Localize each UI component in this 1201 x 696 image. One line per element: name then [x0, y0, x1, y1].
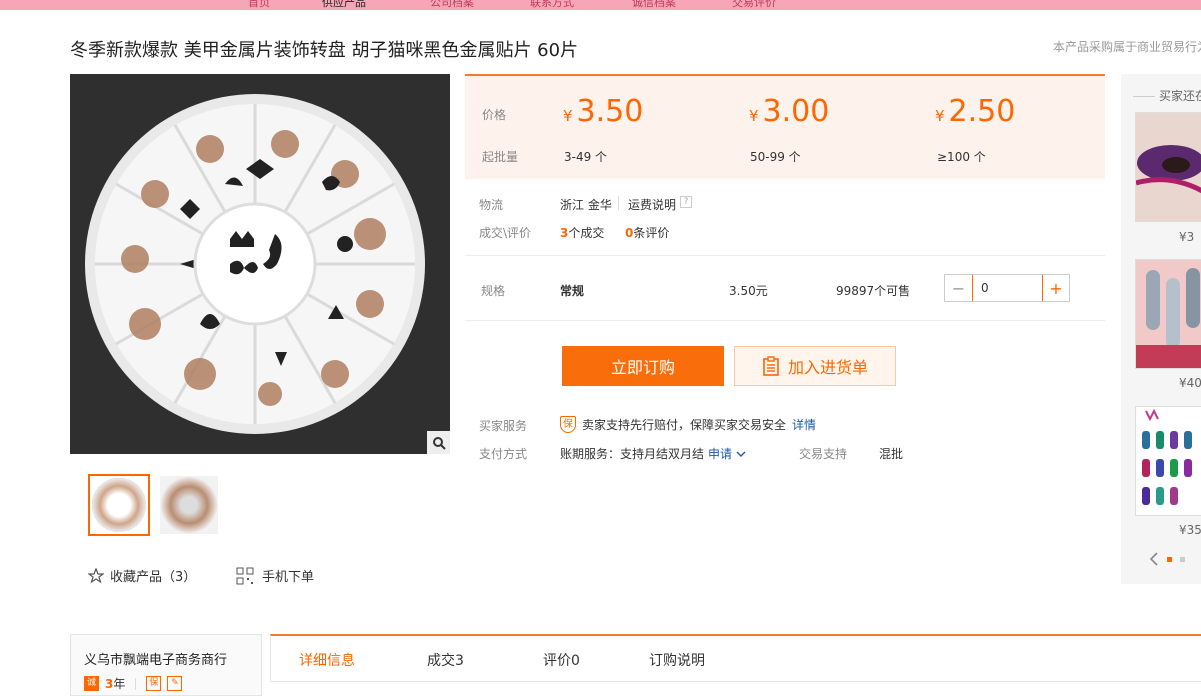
divider [135, 677, 137, 690]
divider [618, 196, 619, 210]
recommend-sidebar: 买家还在看 ¥3 ¥40 ¥35 [1121, 74, 1201, 584]
trade-support-value: 混批 [879, 447, 904, 461]
tab-deals[interactable]: 成交3 [427, 650, 464, 670]
thumbnail-image [160, 476, 218, 534]
clipboard-icon [763, 356, 779, 376]
quantity-stepper: − 0 + [944, 274, 1070, 302]
pager-dot[interactable] [1167, 556, 1172, 562]
range-tier-3: ≥100 个 [937, 150, 986, 164]
trade-note: 本产品采购属于商业贸易行为 [1053, 40, 1201, 54]
detail-tabs: 详细信息 成交3 评价0 订购说明 [270, 634, 1201, 682]
recommend-item-price: ¥3 [1179, 230, 1195, 244]
spec-label: 规格 [481, 284, 506, 298]
price-tier-3: ¥2.50 [935, 94, 1016, 129]
top-nav-strip: 首页 供应产品 公司档案 联系方式 诚信档案 交易评价 [0, 0, 1201, 10]
zoom-button[interactable] [427, 431, 450, 454]
company-years: 诚 3年 保 ✎ [84, 675, 183, 692]
help-icon[interactable]: ? [680, 196, 693, 208]
plus-button[interactable]: + [1042, 275, 1069, 301]
service-label: 买家服务 [479, 419, 528, 433]
payment-apply-link[interactable]: 申请 [708, 445, 746, 462]
deal-count[interactable]: 3个成交 [560, 224, 604, 241]
service-text: 卖家支持先行赔付，保障买家交易安全 [582, 418, 787, 432]
add-to-cart-label: 加入进货单 [787, 358, 868, 377]
shield-icon: 保 [560, 416, 576, 433]
chevron-down-icon [736, 451, 746, 457]
quantity-input[interactable]: 0 [972, 275, 1042, 301]
recommend-item-image[interactable] [1135, 112, 1201, 222]
star-icon [88, 567, 104, 583]
chevron-left-icon[interactable] [1149, 552, 1159, 566]
deals-label: 成交\评价 [479, 226, 532, 240]
price-panel: 价格 起批量 ¥3.50 ¥3.00 ¥2.50 3-49 个 50-99 个 … [465, 74, 1105, 179]
topnav-item[interactable]: 首页 [248, 0, 270, 10]
magnifier-icon [432, 436, 446, 450]
thumbnail-1[interactable] [88, 474, 150, 536]
recommend-item-price: ¥35 [1179, 523, 1201, 537]
sidebar-pager [1149, 552, 1185, 566]
service-info: 保 卖家支持先行赔付，保障买家交易安全 详情 [560, 416, 816, 433]
mobile-order-button[interactable]: 手机下单 [236, 566, 314, 585]
thumbnail-image [92, 478, 146, 532]
price-tier-1: ¥3.50 [563, 94, 644, 129]
spec-name: 常规 [560, 284, 585, 298]
main-product-image[interactable] [70, 74, 450, 454]
mobile-order-label: 手机下单 [262, 570, 315, 585]
topnav-item[interactable]: 诚信档案 [632, 0, 676, 10]
payment-label: 支付方式 [479, 447, 528, 461]
range-tier-2: 50-99 个 [750, 150, 801, 164]
spec-stock: 99897个可售 [836, 284, 911, 298]
recommend-item-image[interactable] [1135, 406, 1201, 516]
topnav-item[interactable]: 公司档案 [430, 0, 474, 10]
service-detail-link[interactable]: 详情 [792, 416, 816, 433]
recommend-item-image[interactable] [1135, 259, 1201, 369]
divider [465, 255, 1105, 256]
nail-wheel-image [70, 74, 450, 454]
topnav-item[interactable]: 联系方式 [530, 0, 574, 10]
tab-order-notes[interactable]: 订购说明 [649, 650, 705, 670]
document-icon: ✎ [167, 676, 183, 691]
recommend-item-price: ¥40 [1179, 376, 1201, 390]
favorite-label: 收藏产品（3） [110, 570, 197, 585]
payment-text: 账期服务：支持月结双月结 [560, 447, 705, 461]
product-title: 冬季新款爆款 美甲金属片装饰转盘 胡子猫咪黑色金属贴片 60片 [70, 40, 579, 61]
trust-badge-icon: 诚 [84, 676, 99, 691]
pager-dot[interactable] [1180, 556, 1185, 562]
add-to-cart-button[interactable]: 加入进货单 [734, 346, 896, 386]
sidebar-heading: 买家还在看 [1133, 87, 1201, 104]
company-name[interactable]: 义乌市飘端电子商务商行 [84, 649, 227, 668]
buy-now-button[interactable]: 立即订购 [562, 346, 724, 386]
company-card: 义乌市飘端电子商务商行 诚 3年 保 ✎ [70, 634, 262, 696]
guarantee-icon: 保 [146, 676, 162, 691]
tab-details[interactable]: 详细信息 [299, 650, 355, 670]
price-tier-2: ¥3.00 [749, 94, 830, 129]
logistics-origin: 浙江 金华 [560, 198, 612, 212]
tab-reviews[interactable]: 评价0 [543, 650, 580, 670]
spec-unit-price: 3.50元 [729, 284, 768, 298]
review-count[interactable]: 0条评价 [625, 224, 669, 241]
logistics-label: 物流 [479, 198, 504, 212]
favorite-button[interactable]: 收藏产品（3） [88, 566, 196, 585]
thumbnail-2[interactable] [160, 476, 218, 534]
trade-support-label: 交易支持 [799, 447, 848, 461]
shipping-info-link[interactable]: 运费说明? [628, 196, 693, 213]
topnav-item[interactable]: 供应产品 [322, 0, 366, 10]
range-tier-1: 3-49 个 [564, 150, 608, 164]
minus-button[interactable]: − [945, 275, 972, 301]
moq-label: 起批量 [482, 150, 519, 164]
price-label: 价格 [482, 108, 507, 122]
qr-code-icon [236, 567, 254, 584]
topnav-item[interactable]: 交易评价 [732, 0, 776, 10]
divider [465, 320, 1105, 321]
